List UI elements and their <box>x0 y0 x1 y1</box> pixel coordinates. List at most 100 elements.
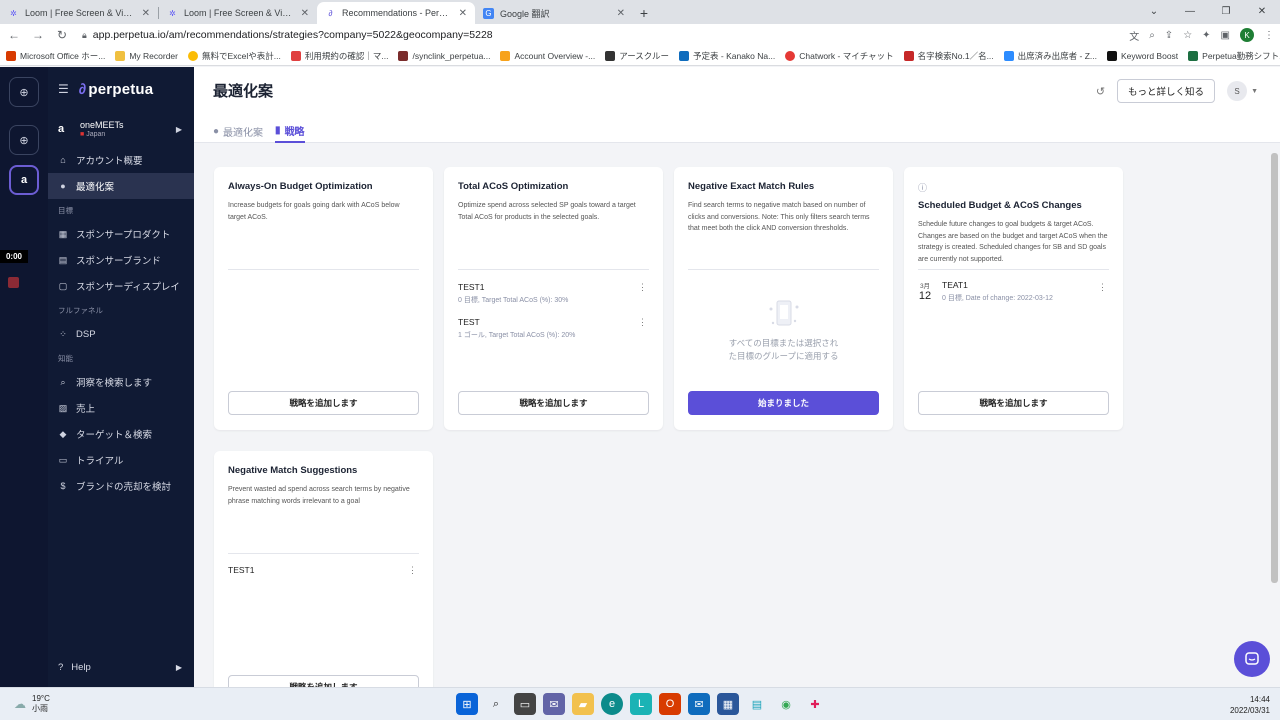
slack-icon[interactable]: ✚ <box>804 693 826 715</box>
bookmark-item[interactable]: Microsoft Office ホー... <box>6 50 105 62</box>
browser-tab[interactable]: G Google 翻訳 ✕ <box>475 2 633 24</box>
tab-search-icon[interactable]: ⌄ <box>1136 0 1172 22</box>
bookmark-item[interactable]: Account Overview -... <box>500 50 595 61</box>
browser-tab[interactable]: ✲ Loom | Free Screen & Video Reco ✕ <box>0 2 158 24</box>
share-icon[interactable]: ⇪ <box>1165 30 1173 41</box>
close-tab-icon[interactable]: ✕ <box>617 8 625 19</box>
sidebar-help[interactable]: ? Help ▶ <box>48 655 194 679</box>
sidebar-item-dsp[interactable]: ⁘ DSP <box>48 321 194 347</box>
info-icon[interactable]: ⓘ <box>918 181 1109 194</box>
user-avatar[interactable]: S <box>1227 81 1248 101</box>
restore-icon[interactable]: ❐ <box>1208 0 1244 22</box>
card-description: Schedule future changes to goal budgets … <box>918 221 1108 263</box>
loom-icon: ✲ <box>10 8 17 18</box>
more-options-icon[interactable]: ⋮ <box>638 317 647 328</box>
zoom-icon[interactable]: ⌕ <box>1149 30 1155 41</box>
bookmark-star-icon[interactable]: ☆ <box>1183 30 1192 41</box>
sidepanel-icon[interactable]: ▣ <box>1221 30 1230 41</box>
close-tab-icon[interactable]: ✕ <box>301 8 309 19</box>
bookmark-item[interactable]: 無料でExcelや表計... <box>188 50 281 62</box>
strategy-item[interactable]: TEST1 0 目標, Target Total ACoS (%): 30% ⋮ <box>458 282 649 305</box>
bookmark-item[interactable]: 名字検索No.1／名... <box>903 50 994 62</box>
scheduled-item[interactable]: 3月 12 TEAT1 0 目標, Date of change: 2022-0… <box>918 280 1109 303</box>
minimize-icon[interactable]: — <box>1172 0 1208 22</box>
task-view-icon[interactable]: ▭ <box>514 693 536 715</box>
bookmark-item[interactable]: Keyword Boost <box>1107 50 1178 61</box>
lock-icon[interactable]: 🔒︎ <box>82 30 87 41</box>
chrome-icon[interactable]: ◉ <box>775 693 797 715</box>
close-tab-icon[interactable]: ✕ <box>459 8 467 19</box>
new-tab-button[interactable]: + <box>633 2 655 24</box>
file-explorer-icon[interactable]: ▰ <box>572 693 594 715</box>
account-switcher[interactable]: a oneMEETs ■ Japan ▶ <box>48 111 194 147</box>
office-icon[interactable]: O <box>659 693 681 715</box>
sidebar-item-recommendations[interactable]: ● 最適化案 <box>48 173 194 199</box>
close-tab-icon[interactable]: ✕ <box>142 8 150 19</box>
bookmark-item[interactable]: 予定表 - Kanako Na... <box>679 50 775 62</box>
chat-support-icon[interactable] <box>1234 641 1270 677</box>
browser-tab-active[interactable]: ∂ Recommendations - Perpetua ✕ <box>317 2 475 24</box>
more-options-icon[interactable]: ⋮ <box>1098 282 1107 293</box>
extensions-icon[interactable]: ✦ <box>1202 30 1210 41</box>
bookmark-item[interactable]: 利用規約の確認｜マ... <box>290 50 388 62</box>
more-options-icon[interactable]: ⋮ <box>638 282 647 293</box>
calendar-icon[interactable]: ▦ <box>717 693 739 715</box>
card-description: Prevent wasted ad spend across search te… <box>228 486 410 505</box>
amazon-account-button[interactable]: a <box>9 165 39 195</box>
account-region: Japan <box>86 131 106 138</box>
record-stop-icon[interactable] <box>8 277 19 288</box>
add-strategy-button[interactable]: 戦略を追加します <box>458 391 649 415</box>
get-started-button[interactable]: 始まりました <box>688 391 879 415</box>
edge-icon[interactable]: e <box>601 693 623 715</box>
bookmark-item[interactable]: アースクルー <box>605 50 669 62</box>
translate-icon[interactable]: 文 <box>1129 28 1139 43</box>
windows-start-icon[interactable]: ⊞ <box>456 693 478 715</box>
more-options-icon[interactable]: ⋮ <box>408 565 417 576</box>
bookmark-item[interactable]: 出席済み出席者 - Z... <box>1003 50 1097 62</box>
learn-more-button[interactable]: もっと詳しく知る <box>1117 79 1216 103</box>
add-strategy-button[interactable]: 戦略を追加します <box>228 675 419 687</box>
forward-icon[interactable]: → <box>30 28 46 42</box>
bookmark-item[interactable]: Perpetua勤務シフト... <box>1188 50 1280 62</box>
sidebar-item-search-insights[interactable]: ⌕ 洞察を検索します <box>48 369 194 395</box>
reload-icon[interactable]: ↻ <box>54 28 70 42</box>
url-field[interactable]: 🔒︎ app.perpetua.io/am/recommendations/st… <box>78 29 1121 41</box>
scrollbar[interactable] <box>1271 153 1278 583</box>
sidebar-item-sell-brand[interactable]: $ ブランドの売却を検討 <box>48 473 194 499</box>
bookmark-item[interactable]: My Recorder <box>115 50 178 61</box>
add-icon[interactable]: ⊕ <box>9 125 39 155</box>
tab-recommendations[interactable]: ● 最適化案 <box>213 119 263 143</box>
mail-icon[interactable]: ✉ <box>688 693 710 715</box>
teams-chat-icon[interactable]: ✉ <box>543 693 565 715</box>
globe-icon[interactable]: ⊕ <box>9 77 39 107</box>
close-window-icon[interactable]: ✕ <box>1244 0 1280 22</box>
sidebar-item-trial[interactable]: ▭ トライアル <box>48 447 194 473</box>
profile-avatar[interactable]: K <box>1240 28 1254 42</box>
sidebar-section-insights: 知能 <box>58 353 73 363</box>
sidebar-item-account-overview[interactable]: ⌂ アカウント概要 <box>48 147 194 173</box>
browser-tab[interactable]: ✲ Loom | Free Screen & Video Reco ✕ <box>159 2 317 24</box>
add-strategy-button[interactable]: 戦略を追加します <box>918 391 1109 415</box>
history-icon[interactable]: ↺ <box>1096 85 1105 98</box>
sidebar-item-sponsored-display[interactable]: ▢ スポンサーディスプレイ <box>48 273 194 299</box>
menu-kebab-icon[interactable]: ⋮ <box>1264 30 1274 41</box>
back-icon[interactable]: ← <box>6 28 22 42</box>
chevron-down-icon[interactable]: ▼ <box>1251 88 1258 95</box>
weather-widget[interactable]: ☁ 19°C 小雨 <box>14 694 50 714</box>
perpetua-logo[interactable]: ∂ perpetua <box>79 81 154 98</box>
sidebar-item-sponsored-brands[interactable]: ▤ スポンサーブランド <box>48 247 194 273</box>
sidebar-item-targets-search[interactable]: ◆ ターゲット＆検索 <box>48 421 194 447</box>
search-icon[interactable]: ⌕ <box>485 693 507 715</box>
bookmark-item[interactable]: Chatwork - マイチャット <box>785 50 894 62</box>
loom-app-icon[interactable]: L <box>630 693 652 715</box>
strategy-item[interactable]: TEST 1 ゴール, Target Total ACoS (%): 20% ⋮ <box>458 317 649 340</box>
strategy-item[interactable]: TEST1 ⋮ <box>228 565 419 575</box>
bookmark-item[interactable]: /synclink_perpetua... <box>398 50 490 61</box>
sidebar-item-sponsored-products[interactable]: ▦ スポンサープロダクト <box>48 221 194 247</box>
sidebar-item-sales[interactable]: ▨ 売上 <box>48 395 194 421</box>
system-clock[interactable]: 14:44 2022/03/31 <box>1230 694 1270 716</box>
hamburger-menu-icon[interactable]: ☰ <box>58 82 69 96</box>
add-strategy-button[interactable]: 戦略を追加します <box>228 391 419 415</box>
notepad-icon[interactable]: ▤ <box>746 693 768 715</box>
tab-strategies[interactable]: ▮ 戦略 <box>275 119 305 143</box>
